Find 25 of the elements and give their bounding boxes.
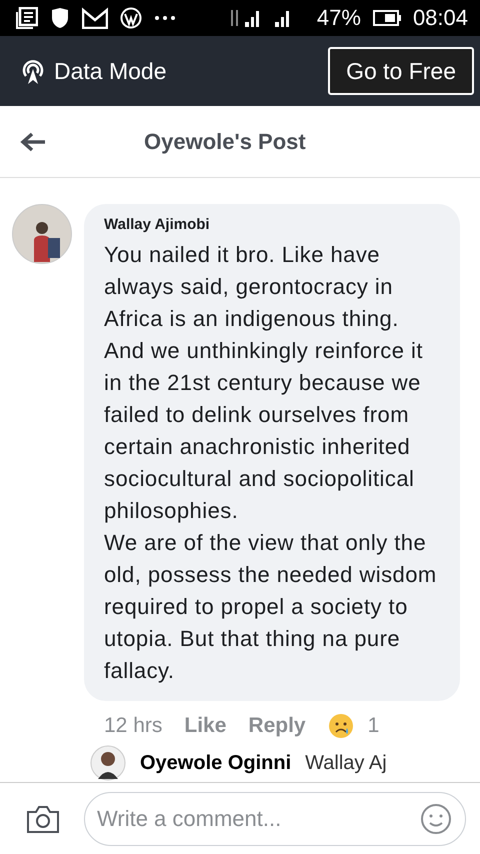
- battery-icon: [372, 10, 401, 26]
- news-icon: [16, 7, 38, 29]
- reply-text: Wallay Aj: [305, 752, 387, 774]
- post-title: Oyewole's Post: [144, 128, 306, 154]
- data-mode-label: Data Mode: [54, 58, 168, 84]
- clock: 08:04: [412, 5, 468, 31]
- more-icon: [154, 15, 176, 21]
- shield-icon: [50, 7, 70, 29]
- comment-time: 12 hrs: [104, 714, 162, 738]
- comment-author[interactable]: Wallay Ajimobi: [104, 216, 444, 233]
- reaction-count: 1: [368, 714, 380, 738]
- comment-text: We are of the view that only the old, possess the needed wisdom required to propel a society to utopia. But that thing na pure fallacy.: [104, 529, 438, 685]
- emoji-icon[interactable]: [420, 802, 452, 834]
- broadcast-icon: [20, 57, 46, 85]
- avatar: [12, 204, 72, 264]
- go-to-free-button[interactable]: Go to Free: [328, 47, 474, 95]
- back-icon[interactable]: [20, 132, 46, 152]
- reply-author[interactable]: Oyewole Oginni: [140, 752, 292, 774]
- wordpress-icon: [120, 7, 142, 29]
- comment-text: You nailed it bro. Like have always said, gerontocracy in Africa is an indigenous thing. And we unthinkingly reinforce it in the 21st century because we failed to delink ourselves from certain anachronistic inherited sociocultural and sociopolitical philosophies.: [104, 241, 424, 525]
- mail-icon: [82, 7, 108, 29]
- crying-face-icon: [328, 713, 354, 739]
- comment-field[interactable]: Write a comment...: [84, 792, 466, 846]
- battery-percent: 47%: [316, 5, 361, 31]
- camera-icon[interactable]: [26, 804, 60, 834]
